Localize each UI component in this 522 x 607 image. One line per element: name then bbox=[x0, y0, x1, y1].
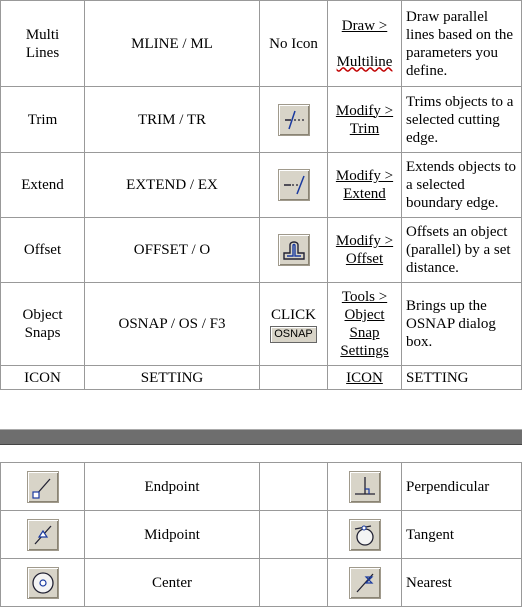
commands-table: Multi Lines MLINE / ML No Icon Draw > Mu… bbox=[0, 0, 522, 390]
footer-icon-label: ICON bbox=[0, 365, 85, 390]
extend-icon[interactable] bbox=[277, 169, 310, 201]
tangent-icon[interactable] bbox=[348, 518, 381, 551]
menu-link-extend[interactable]: Extend bbox=[328, 185, 401, 203]
menu-link-draw[interactable]: Draw > bbox=[328, 17, 401, 35]
command-name: Multi Lines bbox=[0, 0, 85, 87]
snap-label-nearest: Nearest bbox=[401, 558, 522, 607]
snap-label-endpoint: Endpoint bbox=[84, 462, 260, 511]
menu-link-trim[interactable]: Trim bbox=[328, 120, 401, 138]
menu-path: Modify > Trim bbox=[327, 86, 402, 153]
command-shortcut: OSNAP / OS / F3 bbox=[84, 282, 260, 366]
command-name: Trim bbox=[0, 86, 85, 153]
menu-path: Tools > Object Snap Settings bbox=[327, 282, 402, 366]
no-icon-text: No Icon bbox=[259, 0, 328, 87]
menu-link-modify[interactable]: Modify > bbox=[328, 102, 401, 120]
command-name: Object Snaps bbox=[0, 282, 85, 366]
footer-setting-label: SETTING bbox=[84, 365, 260, 390]
command-description: Trims objects to a selected cutting edge… bbox=[401, 86, 522, 153]
command-shortcut: EXTEND / EX bbox=[84, 152, 260, 218]
command-name: Extend bbox=[0, 152, 85, 218]
command-shortcut: TRIM / TR bbox=[84, 86, 260, 153]
command-description: Draw parallel lines based on the paramet… bbox=[401, 0, 522, 87]
offset-icon[interactable] bbox=[277, 234, 310, 266]
command-shortcut: MLINE / ML bbox=[84, 0, 260, 87]
table-row: Endpoint Perpendicular bbox=[0, 462, 522, 511]
footer-icon-link[interactable]: ICON bbox=[346, 370, 383, 386]
menu-link-tools[interactable]: Tools > bbox=[328, 288, 401, 306]
command-name: Offset bbox=[0, 217, 85, 283]
table-row: Multi Lines MLINE / ML No Icon Draw > Mu… bbox=[0, 0, 522, 87]
trim-icon[interactable] bbox=[277, 103, 310, 136]
command-description: Brings up the OSNAP dialog box. bbox=[401, 282, 522, 366]
menu-path: Modify > Extend bbox=[327, 152, 402, 218]
menu-link-offset[interactable]: Offset bbox=[328, 250, 401, 268]
endpoint-icon[interactable] bbox=[26, 470, 59, 503]
menu-link-multiline[interactable]: Multiline bbox=[328, 53, 401, 71]
table-row: Object Snaps OSNAP / OS / F3 CLICK OSNAP… bbox=[0, 282, 522, 366]
menu-path: Draw > Multiline bbox=[327, 0, 402, 87]
perpendicular-icon[interactable] bbox=[348, 470, 381, 503]
table-row: Midpoint Tangent bbox=[0, 510, 522, 559]
osnap-button[interactable]: OSNAP bbox=[270, 325, 317, 343]
table-row: Offset OFFSET / O Modify > Offset Offset… bbox=[0, 217, 522, 283]
click-label: CLICK bbox=[271, 306, 316, 323]
menu-link-modify[interactable]: Modify > bbox=[328, 167, 401, 185]
snap-label-midpoint: Midpoint bbox=[84, 510, 260, 559]
snap-label-tangent: Tangent bbox=[401, 510, 522, 559]
menu-link-modify[interactable]: Modify > bbox=[328, 232, 401, 250]
midpoint-icon[interactable] bbox=[26, 518, 59, 551]
snap-label-center: Center bbox=[84, 558, 260, 607]
table-row: Extend EXTEND / EX Modify > Extend Exten… bbox=[0, 152, 522, 218]
command-description: Offsets an object (parallel) by a set di… bbox=[401, 217, 522, 283]
center-icon[interactable] bbox=[26, 566, 59, 599]
table-row: Trim TRIM / TR Modify > Trim Trims objec… bbox=[0, 86, 522, 153]
command-description: Extends objects to a selected boundary e… bbox=[401, 152, 522, 218]
menu-path: Modify > Offset bbox=[327, 217, 402, 283]
menu-link-object-snap-settings[interactable]: Object Snap Settings bbox=[328, 306, 401, 360]
object-snaps-table: Endpoint Perpendicular Midpoint Tangent bbox=[0, 462, 522, 607]
table-row: ICON SETTING ICON SETTING bbox=[0, 365, 522, 390]
section-separator bbox=[0, 429, 522, 445]
command-shortcut: OFFSET / O bbox=[84, 217, 260, 283]
footer-setting-label: SETTING bbox=[401, 365, 522, 390]
snap-label-perpendicular: Perpendicular bbox=[401, 462, 522, 511]
table-row: Center Nearest bbox=[0, 558, 522, 607]
nearest-icon[interactable] bbox=[348, 566, 381, 599]
